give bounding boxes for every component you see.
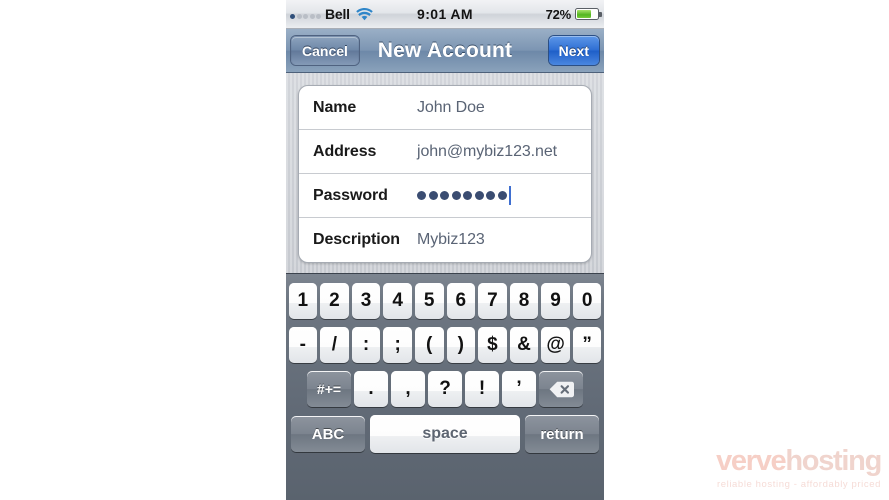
cancel-button[interactable]: Cancel bbox=[291, 36, 359, 65]
keyboard-row-punctuation: #+= .,?!’ bbox=[286, 371, 604, 407]
field-label-password: Password bbox=[313, 186, 388, 204]
key--[interactable]: - bbox=[288, 327, 318, 363]
key-/[interactable]: / bbox=[320, 327, 349, 363]
key-3[interactable]: 3 bbox=[351, 283, 381, 319]
watermark-logo: vervehosting bbox=[716, 445, 882, 477]
name-input[interactable]: John Doe bbox=[417, 99, 485, 117]
key-![interactable]: ! bbox=[465, 371, 499, 407]
key-4[interactable]: 4 bbox=[383, 283, 412, 319]
watermark-brand-first: verve bbox=[716, 445, 787, 477]
key-9[interactable]: 9 bbox=[541, 283, 570, 319]
key-,[interactable]: , bbox=[391, 371, 425, 407]
keyboard-row-symbols: - /:;() $ & @” bbox=[286, 327, 604, 363]
keyboard-row-bottom: ABC space return bbox=[286, 415, 604, 453]
key-1[interactable]: 1 bbox=[288, 283, 318, 319]
key-$[interactable]: $ bbox=[478, 327, 507, 363]
phone-screen: Bell 9:01 AM 72% Cancel New Account Next bbox=[286, 0, 604, 500]
watermark-brand-second: hosting bbox=[785, 445, 882, 477]
key-;[interactable]: ; bbox=[383, 327, 412, 363]
key-?[interactable]: ? bbox=[428, 371, 462, 407]
watermark-tagline: reliable hosting - affordably priced bbox=[716, 479, 881, 490]
navigation-bar: Cancel New Account Next bbox=[286, 29, 604, 73]
key-return[interactable]: return bbox=[525, 415, 599, 453]
backspace-icon bbox=[549, 381, 574, 398]
key-5[interactable]: 5 bbox=[414, 283, 444, 319]
field-row-description[interactable]: Description Mybiz123 bbox=[299, 218, 591, 262]
account-fields-card: Name John Doe Address john@mybiz123.net … bbox=[298, 85, 592, 263]
battery-icon bbox=[575, 8, 602, 20]
key-.[interactable]: . bbox=[354, 371, 388, 407]
next-button[interactable]: Next bbox=[548, 36, 599, 65]
field-label-description: Description bbox=[313, 231, 400, 248]
on-screen-keyboard: 1234567890 - /:;() $ & @” #+= .,?!’ ABC spac… bbox=[286, 273, 604, 500]
key-symbol-shift[interactable]: #+= bbox=[307, 371, 351, 407]
key-7[interactable]: 7 bbox=[478, 283, 507, 319]
key-2[interactable]: 2 bbox=[320, 283, 349, 319]
address-input[interactable]: john@mybiz123.net bbox=[417, 143, 557, 161]
watermark: vervehosting reliable hosting - affordab… bbox=[716, 445, 882, 491]
key-space[interactable]: space bbox=[370, 415, 520, 453]
field-row-name[interactable]: Name John Doe bbox=[299, 86, 591, 130]
key-:[interactable]: : bbox=[351, 327, 381, 363]
key-@[interactable]: @ bbox=[541, 327, 570, 363]
key-6[interactable]: 6 bbox=[446, 283, 476, 319]
status-bar: Bell 9:01 AM 72% bbox=[286, 0, 604, 29]
status-bar-time: 9:01 AM bbox=[417, 6, 473, 22]
field-label-address: Address bbox=[313, 142, 377, 160]
keyboard-row-numbers: 1234567890 bbox=[286, 283, 604, 319]
key-&[interactable]: & bbox=[509, 327, 539, 363]
key-abc[interactable]: ABC bbox=[291, 416, 365, 452]
text-cursor bbox=[508, 186, 511, 205]
key-backspace[interactable] bbox=[539, 371, 583, 407]
key-([interactable]: ( bbox=[414, 327, 444, 363]
field-row-address[interactable]: Address john@mybiz123.net bbox=[299, 130, 591, 174]
field-label-name: Name bbox=[313, 98, 357, 116]
key-0[interactable]: 0 bbox=[572, 283, 602, 319]
key-”[interactable]: ” bbox=[572, 327, 602, 363]
key-)[interactable]: ) bbox=[446, 327, 476, 363]
field-row-password[interactable]: Password bbox=[299, 174, 591, 218]
key-8[interactable]: 8 bbox=[509, 283, 539, 319]
description-input[interactable]: Mybiz123 bbox=[417, 231, 485, 249]
password-input[interactable] bbox=[417, 191, 507, 200]
key-’[interactable]: ’ bbox=[502, 371, 536, 407]
account-form-area: Name John Doe Address john@mybiz123.net … bbox=[286, 73, 604, 273]
